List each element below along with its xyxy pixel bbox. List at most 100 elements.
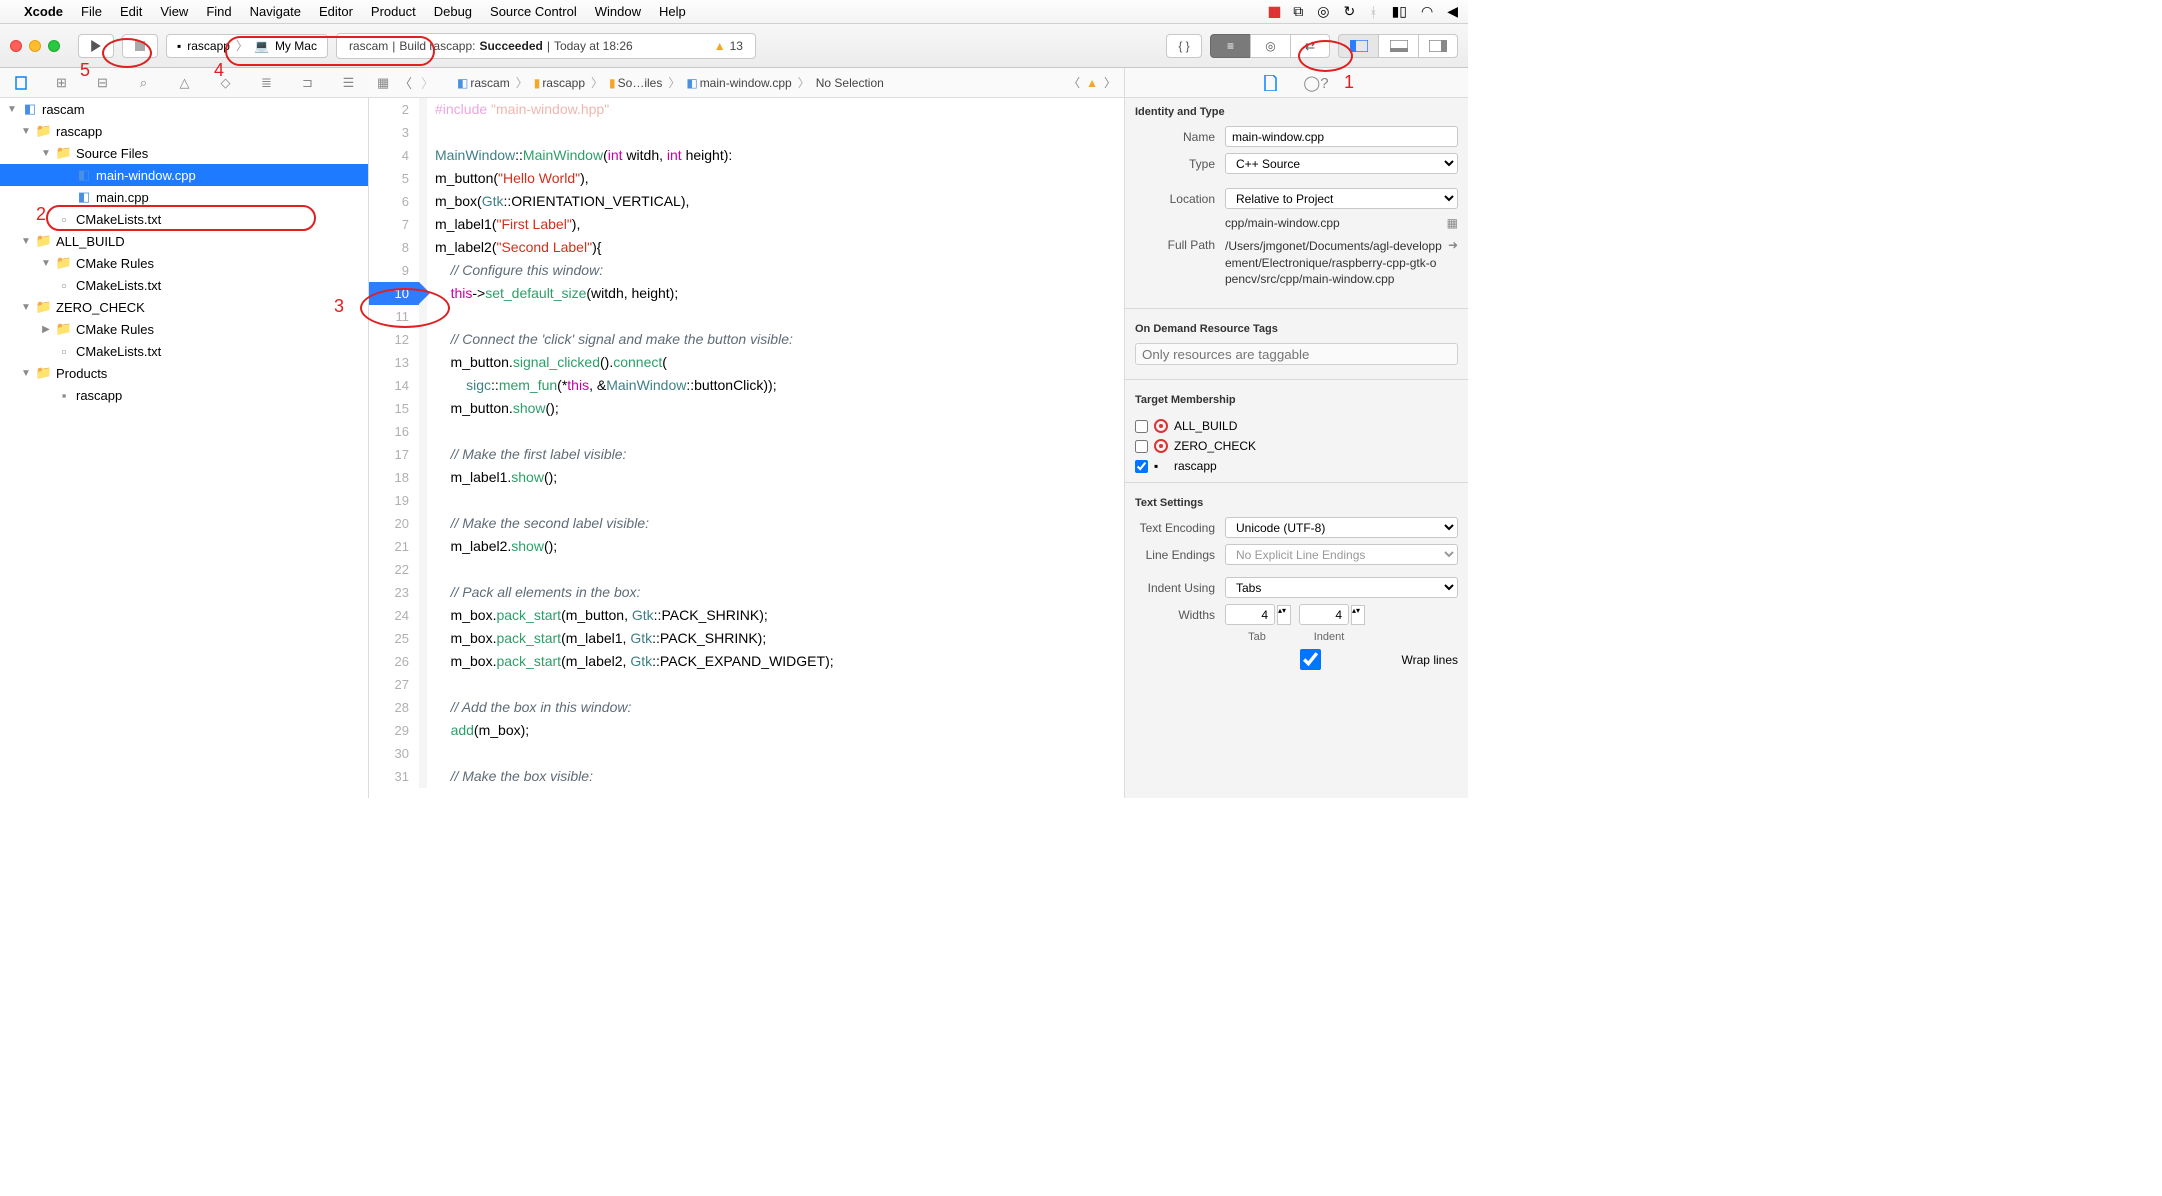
crumb-project[interactable]: ◧ rascam [457, 76, 510, 90]
scheme-selector[interactable]: ▪ rascapp 〉 💻 My Mac [166, 34, 328, 58]
source-editor[interactable]: 2#include "main-window.hpp"3 4MainWindow… [369, 98, 1124, 798]
code-line[interactable]: // Add the box in this window: [427, 696, 631, 719]
line-number[interactable]: 20 [369, 512, 419, 535]
issue-icon[interactable]: ▲ [1086, 76, 1098, 90]
related-items-icon[interactable]: ▦ [377, 75, 395, 91]
nav-item[interactable]: ▪rascapp [0, 384, 368, 406]
wifi-icon[interactable]: ◠ [1421, 3, 1433, 20]
target-membership-row[interactable]: ▪rascapp [1125, 456, 1468, 476]
breakpoint-navigator-tab[interactable]: ⊐ [297, 72, 319, 94]
code-line[interactable]: this->set_default_size(witdh, height); [427, 282, 678, 305]
code-line[interactable] [427, 420, 439, 443]
menu-window[interactable]: Window [595, 4, 641, 19]
line-number[interactable]: 30 [369, 742, 419, 765]
code-line[interactable] [427, 558, 439, 581]
membership-checkbox[interactable] [1135, 460, 1148, 473]
forward-button[interactable]: 〉 [421, 73, 439, 92]
breakpoint-line-number[interactable]: 10 [369, 282, 419, 305]
code-line[interactable]: m_box(Gtk::ORIENTATION_VERTICAL), [427, 190, 689, 213]
code-line[interactable] [427, 489, 439, 512]
line-number[interactable]: 5 [369, 167, 419, 190]
line-number[interactable]: 13 [369, 351, 419, 374]
back-button[interactable]: 〈 [399, 73, 417, 92]
minimize-window-button[interactable] [29, 40, 41, 52]
code-line[interactable]: m_box.pack_start(m_label1, Gtk::PACK_SHR… [427, 627, 766, 650]
toggle-debug-area-button[interactable] [1378, 34, 1418, 58]
code-line[interactable]: // Make the first label visible: [427, 443, 626, 466]
wrap-lines-checkbox[interactable] [1225, 649, 1396, 670]
choose-path-icon[interactable]: ▦ [1447, 216, 1458, 230]
code-line[interactable]: m_box.pack_start(m_label2, Gtk::PACK_EXP… [427, 650, 834, 673]
nav-item[interactable]: ▼📁CMake Rules [0, 252, 368, 274]
code-line[interactable]: // Pack all elements in the box: [427, 581, 640, 604]
volume-icon[interactable]: ◀ [1447, 3, 1458, 20]
menu-product[interactable]: Product [371, 4, 416, 19]
disclosure-triangle-icon[interactable]: ▼ [20, 126, 32, 137]
dropbox-icon[interactable]: ⧉ [1293, 3, 1303, 20]
disclosure-triangle-icon[interactable]: ▼ [40, 258, 52, 269]
nav-item[interactable]: ▫CMakeLists.txt [0, 208, 368, 230]
next-issue-button[interactable]: 〉 [1104, 74, 1116, 91]
nav-item[interactable]: ▫CMakeLists.txt [0, 340, 368, 362]
run-button[interactable] [78, 34, 114, 58]
line-number[interactable]: 21 [369, 535, 419, 558]
membership-checkbox[interactable] [1135, 420, 1148, 433]
target-membership-row[interactable]: ZERO_CHECK [1125, 436, 1468, 456]
tab-width-input[interactable] [1225, 604, 1275, 625]
code-review-button[interactable]: { } [1166, 34, 1202, 58]
debug-navigator-tab[interactable]: ≣ [256, 72, 278, 94]
disclosure-triangle-icon[interactable]: ▶ [40, 324, 52, 335]
quickhelp-inspector-tab[interactable]: ◯? [1303, 74, 1328, 92]
timemachine-icon[interactable]: ↻ [1343, 3, 1355, 20]
version-editor-button[interactable]: ⇄ [1290, 34, 1330, 58]
toggle-inspector-button[interactable] [1418, 34, 1458, 58]
menu-find[interactable]: Find [206, 4, 231, 19]
bluetooth-icon[interactable]: ᚼ [1369, 4, 1377, 20]
code-line[interactable]: MainWindow::MainWindow(int witdh, int he… [427, 144, 732, 167]
indent-using-select[interactable]: Tabs [1225, 577, 1458, 598]
code-line[interactable]: m_button.signal_clicked().connect( [427, 351, 667, 374]
reveal-in-finder-icon[interactable]: ➜ [1448, 238, 1458, 252]
crumb-selection[interactable]: No Selection [816, 76, 884, 90]
find-navigator-tab[interactable]: ⌕ [133, 72, 155, 94]
source-control-navigator-tab[interactable]: ⊞ [51, 72, 73, 94]
line-number[interactable]: 15 [369, 397, 419, 420]
line-endings-select[interactable]: No Explicit Line Endings [1225, 544, 1458, 565]
code-line[interactable]: // Configure this window: [427, 259, 603, 282]
nav-item[interactable]: ▫CMakeLists.txt [0, 274, 368, 296]
code-line[interactable]: m_button.show(); [427, 397, 559, 420]
nav-item[interactable]: ▼📁ZERO_CHECK [0, 296, 368, 318]
stepper-buttons[interactable]: ▴▾ [1277, 605, 1291, 625]
symbol-navigator-tab[interactable]: ⊟ [92, 72, 114, 94]
report-navigator-tab[interactable]: ☰ [338, 72, 360, 94]
issue-navigator-tab[interactable]: △ [174, 72, 196, 94]
line-number[interactable]: 11 [369, 305, 419, 328]
line-number[interactable]: 22 [369, 558, 419, 581]
nav-item[interactable]: ▼📁Products [0, 362, 368, 384]
battery-icon[interactable]: ▮▯ [1392, 3, 1407, 20]
line-number[interactable]: 23 [369, 581, 419, 604]
assistant-editor-button[interactable]: ◎ [1250, 34, 1290, 58]
line-number[interactable]: 27 [369, 673, 419, 696]
line-number[interactable]: 7 [369, 213, 419, 236]
line-number[interactable]: 6 [369, 190, 419, 213]
line-number[interactable]: 24 [369, 604, 419, 627]
stepper-buttons[interactable]: ▴▾ [1351, 605, 1365, 625]
test-navigator-tab[interactable]: ◇ [215, 72, 237, 94]
code-line[interactable] [427, 121, 439, 144]
line-number[interactable]: 31 [369, 765, 419, 788]
disclosure-triangle-icon[interactable]: ▼ [20, 368, 32, 379]
project-navigator-tab[interactable] [10, 72, 32, 94]
menu-view[interactable]: View [160, 4, 188, 19]
nav-project-root[interactable]: ▼ ◧ rascam [0, 98, 368, 120]
code-line[interactable]: m_button("Hello World"), [427, 167, 589, 190]
location-mode-select[interactable]: Relative to Project [1225, 188, 1458, 209]
membership-checkbox[interactable] [1135, 440, 1148, 453]
line-number[interactable]: 4 [369, 144, 419, 167]
project-navigator[interactable]: ▼ ◧ rascam ▼📁rascapp▼📁Source Files◧main-… [0, 98, 369, 798]
code-line[interactable]: // Connect the 'click' signal and make t… [427, 328, 793, 351]
line-number[interactable]: 9 [369, 259, 419, 282]
menu-source-control[interactable]: Source Control [490, 4, 577, 19]
disclosure-triangle-icon[interactable]: ▼ [20, 236, 32, 247]
encoding-select[interactable]: Unicode (UTF-8) [1225, 517, 1458, 538]
